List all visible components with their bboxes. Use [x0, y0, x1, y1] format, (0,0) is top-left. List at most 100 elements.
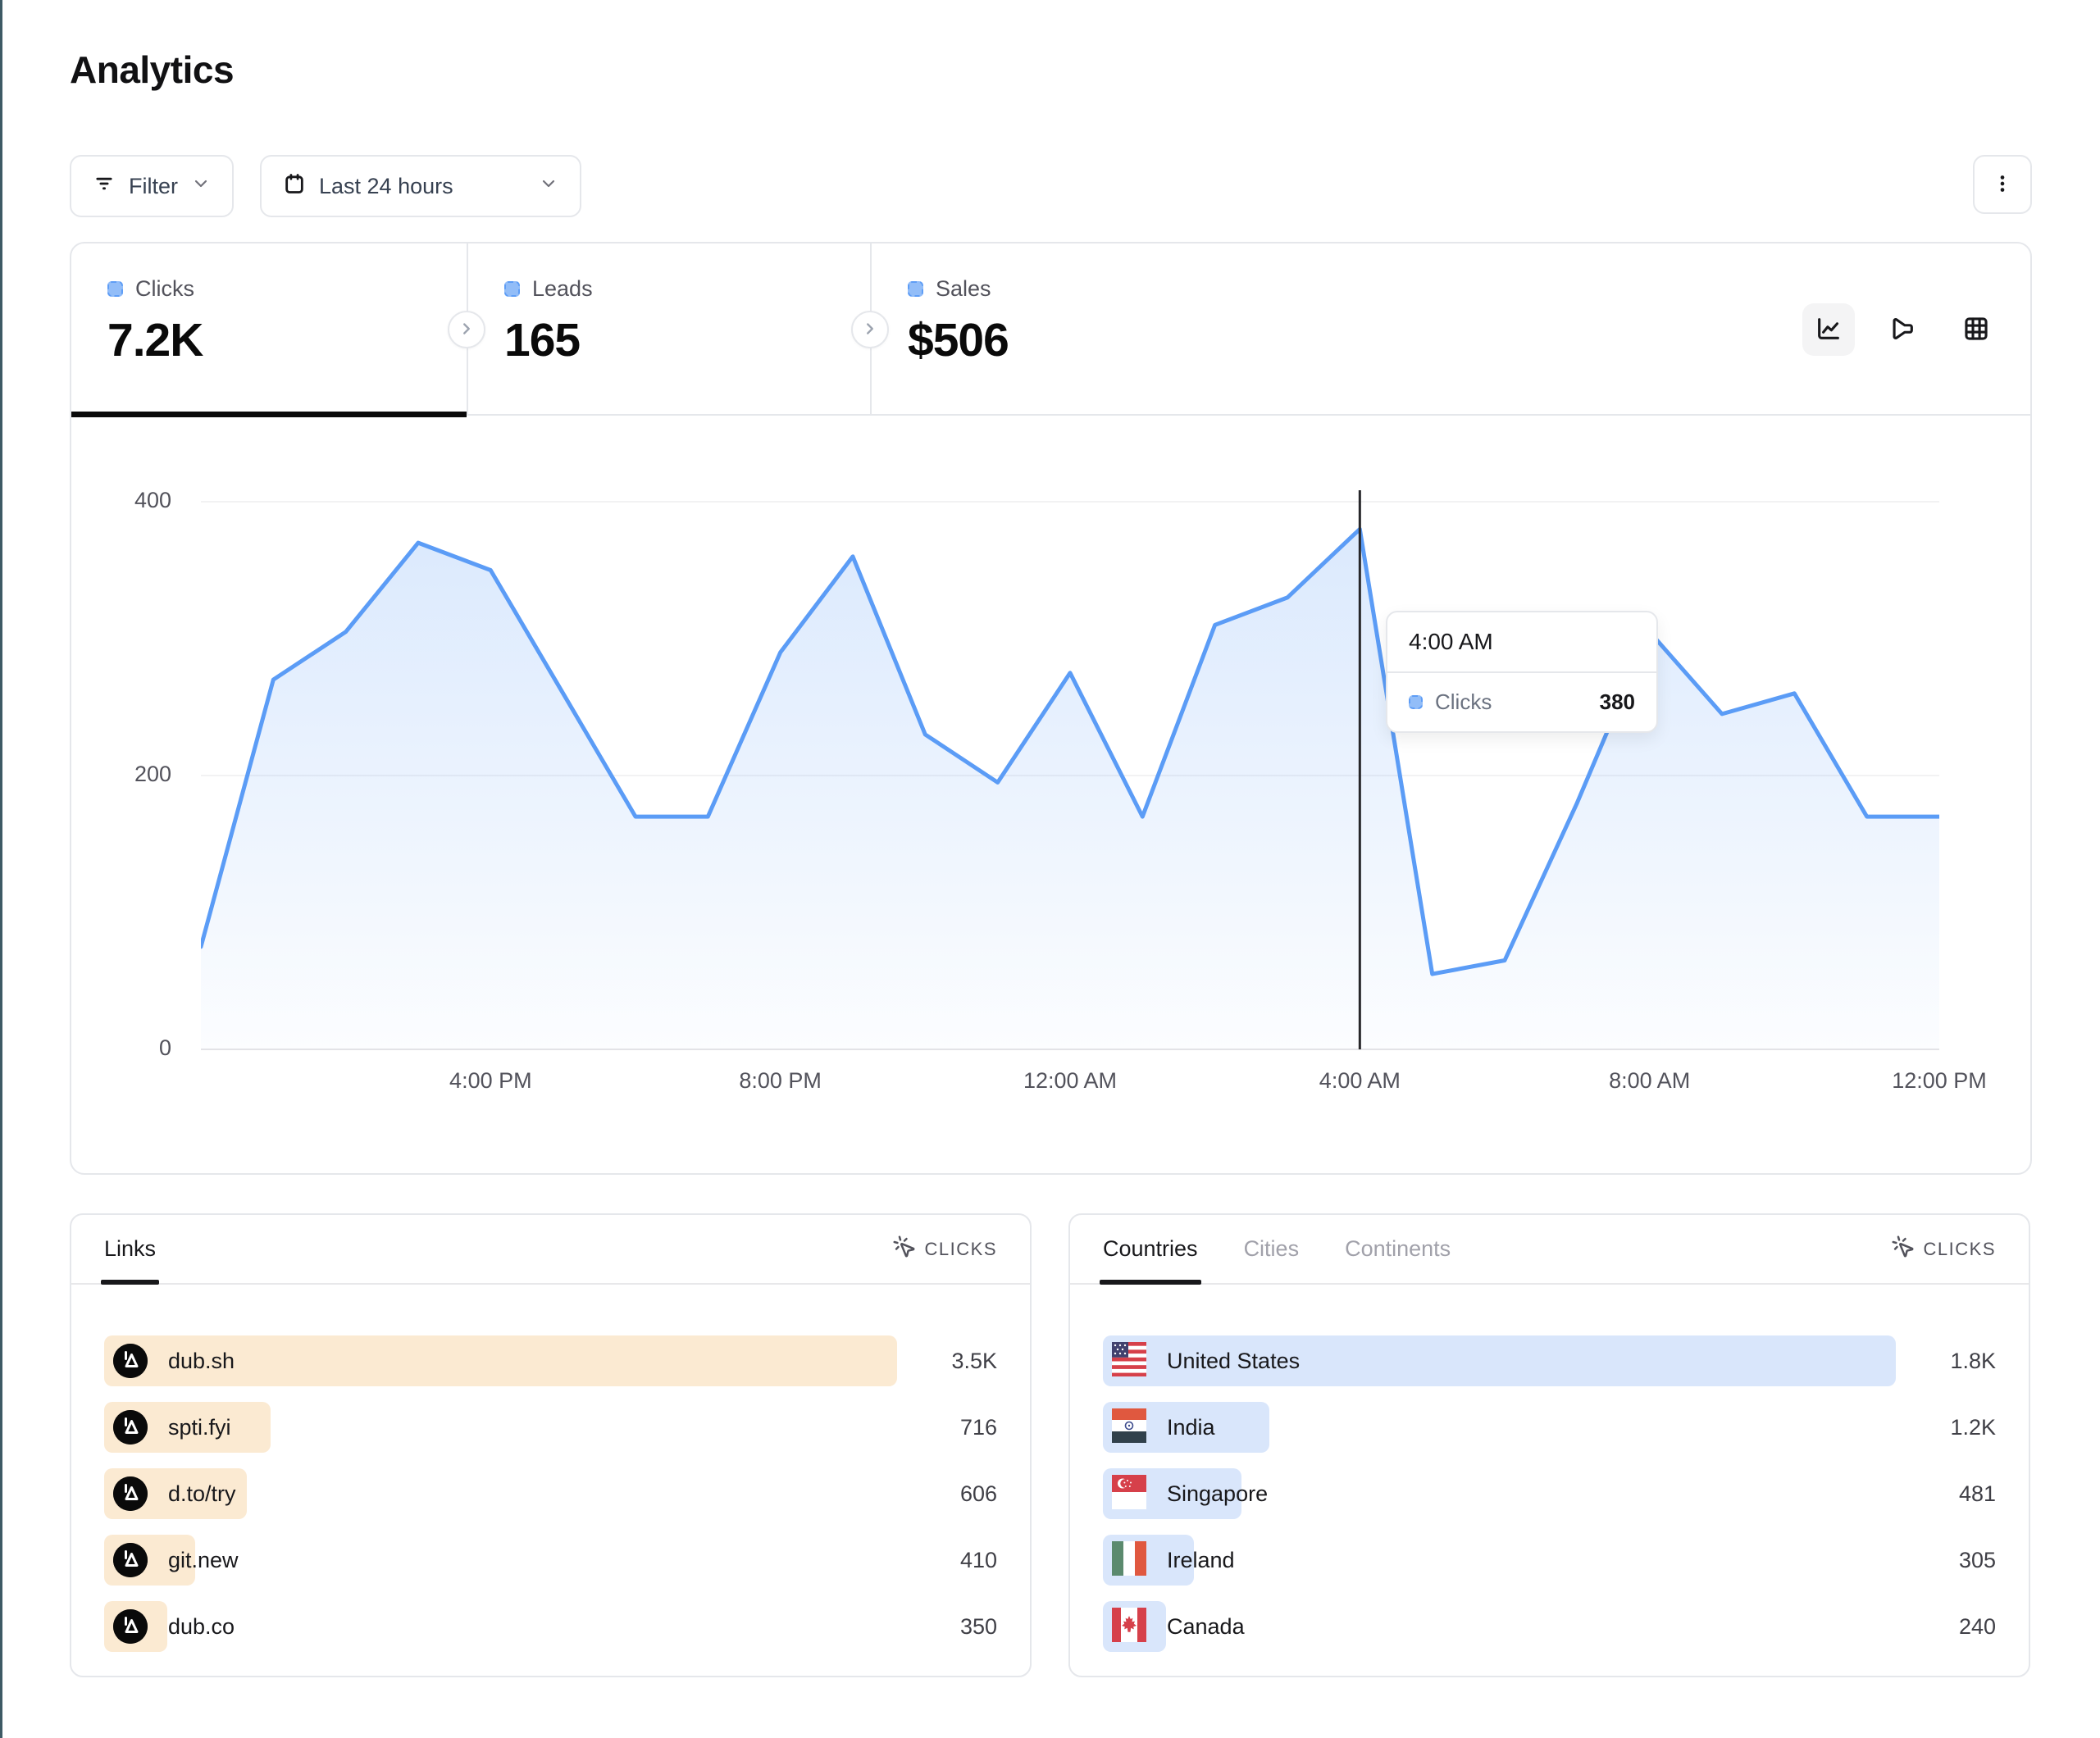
link-value: 410 — [960, 1535, 997, 1586]
link-value: 3.5K — [951, 1335, 997, 1386]
expand-stat-button[interactable] — [448, 311, 485, 348]
row-content: Canada — [1112, 1601, 1245, 1652]
chevron-down-icon — [191, 174, 211, 199]
row-content: India — [1112, 1402, 1215, 1453]
country-row[interactable]: Ireland305 — [1103, 1535, 1996, 1586]
tab-continents[interactable]: Continents — [1345, 1215, 1451, 1283]
y-axis-tick-label: 400 — [81, 488, 171, 513]
link-row[interactable]: spti.fyi 716 — [104, 1402, 997, 1453]
stat-tab-leads[interactable]: Leads 165 — [468, 243, 870, 414]
chart-view-switcher — [1802, 303, 2002, 356]
filter-button-label: Filter — [129, 174, 178, 199]
analytics-page: Analytics Filter Last 24 hours Clicks 7.2… — [0, 0, 2100, 1738]
links-metric-label: CLICKS — [925, 1239, 997, 1260]
y-axis-tick-label: 0 — [81, 1035, 171, 1061]
link-row[interactable]: d.to/try 606 — [104, 1468, 997, 1519]
dub-logo-icon — [113, 1410, 148, 1445]
clicks-area-chart-svg[interactable] — [201, 466, 1939, 1049]
active-tab-underline — [71, 412, 467, 417]
stat-legend-row: Leads — [504, 276, 870, 302]
row-content: dub.co — [113, 1601, 235, 1652]
dub-logo-icon — [113, 1344, 148, 1378]
x-axis-tick-label: 4:00 PM — [425, 1068, 556, 1094]
page-edge-strip — [0, 0, 2, 1738]
country-row[interactable]: United States 1.8K — [1103, 1335, 1996, 1386]
link-value: 606 — [960, 1468, 997, 1519]
country-label: Canada — [1167, 1614, 1245, 1640]
country-row[interactable]: Singapore481 — [1103, 1468, 1996, 1519]
country-label: United States — [1167, 1349, 1300, 1374]
stat-legend-row: Sales — [908, 276, 2030, 302]
links-metric-badge[interactable]: CLICKS — [892, 1235, 997, 1264]
cursor-click-icon — [1891, 1235, 1916, 1264]
country-value: 1.8K — [1950, 1335, 1996, 1386]
line-chart-view-button[interactable] — [1802, 303, 1855, 356]
dub-logo-icon — [113, 1543, 148, 1577]
stats-tabs-row: Clicks7.2KLeads165Sales$506 — [71, 243, 2030, 416]
stat-value: 7.2K — [107, 313, 467, 367]
x-axis-tick-label: 4:00 AM — [1294, 1068, 1425, 1094]
link-row[interactable]: dub.co 350 — [104, 1601, 997, 1652]
clicks-legend-swatch — [1409, 695, 1423, 709]
tab-cities[interactable]: Cities — [1244, 1215, 1300, 1283]
dub-logo-icon — [113, 1609, 148, 1644]
link-value: 350 — [960, 1601, 997, 1652]
country-value: 1.2K — [1950, 1402, 1996, 1453]
country-label: India — [1167, 1415, 1215, 1440]
dub-logo-icon — [113, 1344, 148, 1378]
legend-swatch — [908, 281, 923, 297]
link-label: spti.fyi — [168, 1415, 231, 1440]
stat-value: 165 — [504, 313, 870, 367]
calendar-icon — [283, 172, 306, 201]
funnel-chart-icon — [1888, 315, 1916, 345]
flag-us-icon — [1112, 1342, 1146, 1381]
links-list: dub.sh 3.5K spti.fyi 716 d.to/try 606 git.new4… — [71, 1285, 1030, 1652]
page-title: Analytics — [70, 48, 234, 92]
funnel-chart-view-button[interactable] — [1876, 303, 1929, 356]
more-options-button[interactable] — [1973, 155, 2032, 214]
chevron-right-icon — [861, 320, 879, 340]
tab-links[interactable]: Links — [104, 1215, 156, 1283]
y-axis-tick-label: 200 — [81, 762, 171, 787]
link-value: 716 — [960, 1402, 997, 1453]
chart-area-fill — [201, 529, 1939, 1049]
dub-logo-icon — [113, 1476, 148, 1511]
tab-countries[interactable]: Countries — [1103, 1215, 1198, 1283]
row-content: United States — [1112, 1335, 1300, 1386]
row-content: spti.fyi — [113, 1402, 231, 1453]
row-content: dub.sh — [113, 1335, 235, 1386]
country-label: Ireland — [1167, 1548, 1235, 1573]
x-axis-tick-label: 8:00 AM — [1584, 1068, 1715, 1094]
x-axis-tick-label: 8:00 PM — [715, 1068, 846, 1094]
row-content: d.to/try — [113, 1468, 236, 1519]
date-range-button[interactable]: Last 24 hours — [260, 155, 581, 217]
link-row[interactable]: git.new410 — [104, 1535, 997, 1586]
country-row[interactable]: Canada 240 — [1103, 1601, 1996, 1652]
filter-icon — [93, 172, 116, 201]
filter-button[interactable]: Filter — [70, 155, 234, 217]
stat-legend-row: Clicks — [107, 276, 467, 302]
chevron-down-icon — [539, 174, 558, 199]
dub-logo-icon — [113, 1609, 148, 1644]
dub-logo-icon — [113, 1543, 148, 1577]
chart-tooltip: 4:00 AM Clicks 380 — [1386, 611, 1658, 733]
country-row[interactable]: India 1.2K — [1103, 1402, 1996, 1453]
geo-panel-header: Countries Cities Continents CLICKS — [1070, 1215, 2029, 1285]
links-panel-header: Links CLICKS — [71, 1215, 1030, 1285]
chevron-right-icon — [458, 320, 476, 340]
link-label: d.to/try — [168, 1481, 236, 1507]
geo-panel: Countries Cities Continents CLICKS United … — [1068, 1213, 2030, 1677]
line-chart-icon — [1815, 315, 1843, 345]
table-grid-icon — [1962, 315, 1990, 345]
expand-stat-button[interactable] — [851, 311, 889, 348]
table-grid-view-button[interactable] — [1950, 303, 2002, 356]
date-range-label: Last 24 hours — [319, 174, 453, 199]
stat-label: Leads — [532, 276, 593, 302]
geo-metric-badge[interactable]: CLICKS — [1891, 1235, 1996, 1264]
stat-label: Sales — [936, 276, 991, 302]
country-value: 240 — [1959, 1601, 1996, 1652]
link-row[interactable]: dub.sh 3.5K — [104, 1335, 997, 1386]
stat-tab-clicks[interactable]: Clicks 7.2K — [71, 243, 467, 414]
dub-logo-icon — [113, 1410, 148, 1445]
geo-list: United States 1.8K India 1.2K Singapore481 Ir… — [1070, 1285, 2029, 1652]
